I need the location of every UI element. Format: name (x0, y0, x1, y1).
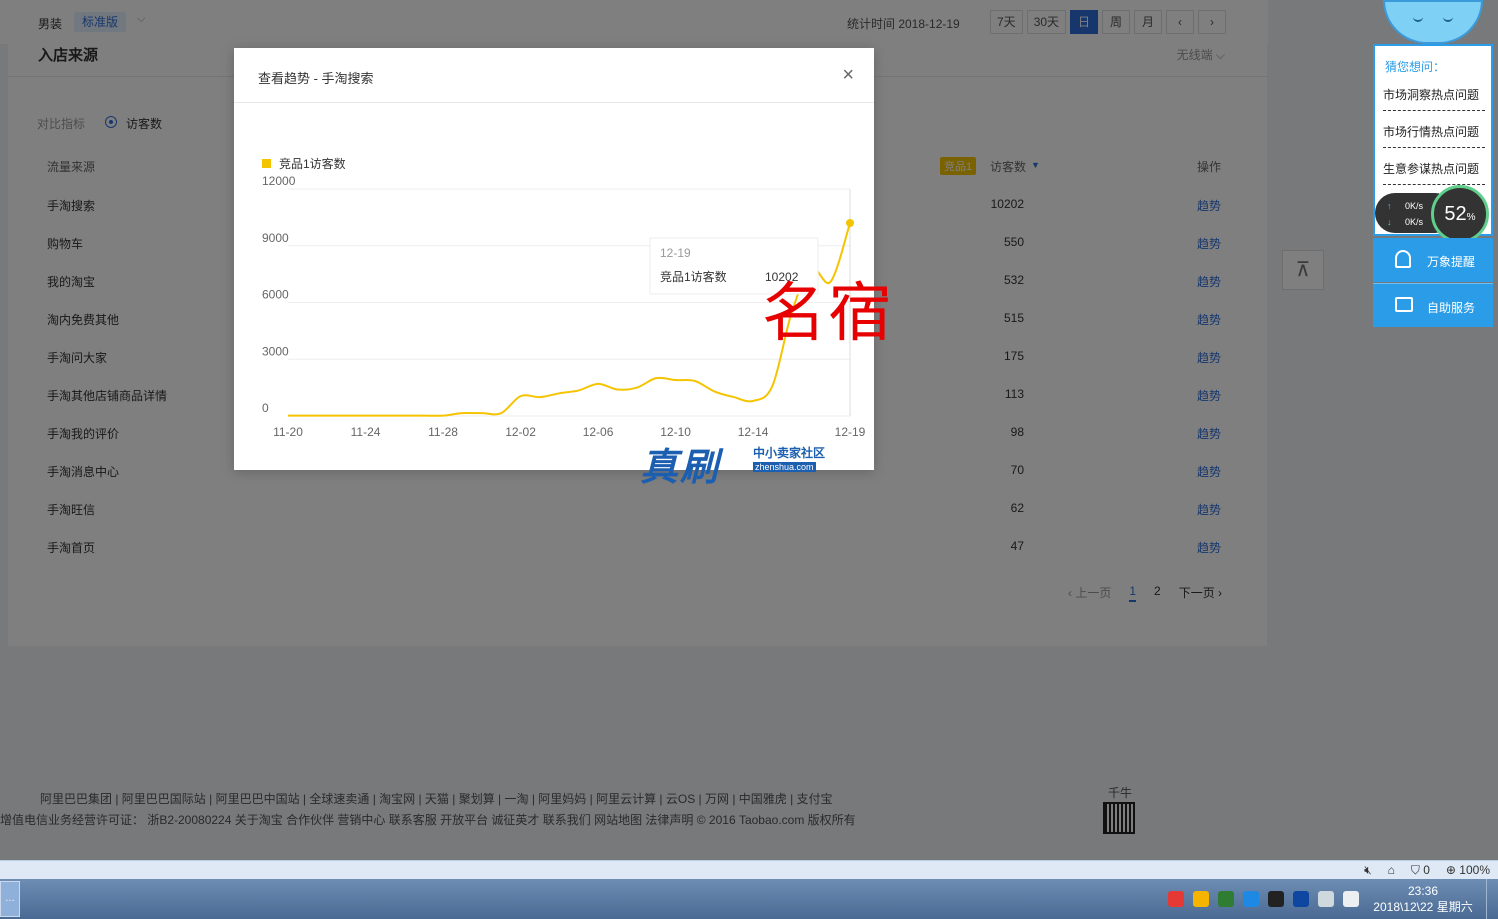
x-tick-label: 12-06 (583, 425, 614, 439)
taskbar-clock[interactable]: 23:36 2018\12\22 星期六 (1368, 883, 1478, 915)
remind-button[interactable]: 万象提醒 (1373, 238, 1493, 282)
download-arrow-icon: ↓ (1387, 217, 1392, 227)
y-tick-label: 6000 (262, 288, 289, 302)
shield-icon[interactable] (1243, 891, 1259, 907)
x-tick-label: 11-20 (273, 425, 303, 439)
faq-head: 猜您想问： (1385, 60, 1446, 74)
browser-status-bar: 🔇︎ ⌂ ⛉ 0 ⊕ 100% (0, 860, 1498, 879)
y-tick-label: 9000 (262, 231, 289, 245)
sogou-icon[interactable] (1168, 891, 1184, 907)
eye-icon (1443, 14, 1453, 22)
mascot-icon[interactable] (1383, 0, 1483, 44)
network-icon[interactable] (1318, 891, 1334, 907)
trend-modal: 查看趋势 - 手淘搜索 × 0 3000 6000 9000 12000 11-20 11-… (234, 48, 874, 470)
shield-count[interactable]: ⛉ 0 (1411, 863, 1430, 878)
tooltip-date: 12-19 (660, 246, 691, 260)
watermark-small: 中小卖家社区 (753, 446, 826, 460)
tray-app-icon[interactable] (1218, 891, 1234, 907)
shield-count-value: 0 (1423, 863, 1430, 877)
x-tick-label: 12-14 (738, 425, 769, 439)
toolbox-icon[interactable]: ⌂ (1388, 863, 1395, 878)
x-tick-label: 11-24 (351, 425, 381, 439)
red-watermark: 名宿 (762, 277, 894, 351)
show-desktop-button[interactable] (1486, 879, 1498, 919)
remind-label: 万象提醒 (1427, 255, 1476, 269)
help-side-panel: 猜您想问： 市场洞察热点问题 市场行情热点问题 生意参谋热点问题 ↑ 0K/s … (1373, 0, 1493, 327)
trend-chart[interactable]: 0 3000 6000 9000 12000 11-20 11-24 11-28 12-02 12… (234, 48, 874, 470)
zoom-level[interactable]: ⊕ 100% (1446, 863, 1490, 878)
qq-icon[interactable] (1268, 891, 1284, 907)
x-tick-label: 11-28 (428, 425, 458, 439)
upload-arrow-icon: ↑ (1387, 201, 1392, 211)
bell-icon (1395, 250, 1411, 268)
tooltip-label: 竞品1访客数 (660, 269, 727, 284)
service-label: 自助服务 (1427, 301, 1476, 315)
tray-app-icon[interactable] (1193, 891, 1209, 907)
blue-watermark: 真刷 中小卖家社区 zhenshua.com (640, 436, 825, 491)
x-tick-label: 12-19 (835, 425, 866, 439)
clock-time: 23:36 (1407, 884, 1439, 898)
legend-swatch (262, 159, 271, 168)
watermark-big: 真刷 (640, 444, 721, 489)
legend-label: 竞品1访客数 (279, 156, 346, 171)
clock-date: 2018\12\22 星期六 (1373, 900, 1473, 914)
mute-icon[interactable]: 🔇︎ (1364, 863, 1372, 878)
cpu-value: 52 (1444, 203, 1467, 225)
windows-taskbar: … 23:36 2018\12\22 星期六 (0, 879, 1498, 919)
cpu-ring: 52% (1431, 185, 1489, 243)
zoom-value: 100% (1459, 863, 1490, 877)
watermark-domain: zhenshua.com (753, 462, 816, 472)
faq-question[interactable]: 市场行情热点问题 (1383, 123, 1485, 148)
self-service-button[interactable]: 自助服务 (1373, 283, 1493, 327)
y-tick-label: 3000 (262, 344, 289, 358)
net-speed-widget[interactable]: ↑ 0K/s ↓ 0K/s 52% (1373, 185, 1493, 243)
eye-icon (1413, 14, 1423, 22)
chat-icon (1395, 297, 1413, 312)
x-tick-label: 12-02 (505, 425, 536, 439)
download-speed: 0K/s (1405, 217, 1424, 227)
upload-speed: 0K/s (1405, 201, 1424, 211)
y-tick-label: 0 (262, 401, 269, 415)
faq-question[interactable]: 生意参谋热点问题 (1383, 160, 1485, 185)
y-tick-label: 12000 (262, 174, 296, 188)
faq-question[interactable]: 市场洞察热点问题 (1383, 86, 1485, 111)
taskbar-app-button[interactable]: … (0, 881, 20, 917)
cpu-unit: % (1466, 212, 1476, 223)
tray-app-icon[interactable] (1293, 891, 1309, 907)
volume-icon[interactable] (1343, 891, 1359, 907)
data-point (846, 219, 854, 228)
system-tray (1168, 891, 1359, 907)
